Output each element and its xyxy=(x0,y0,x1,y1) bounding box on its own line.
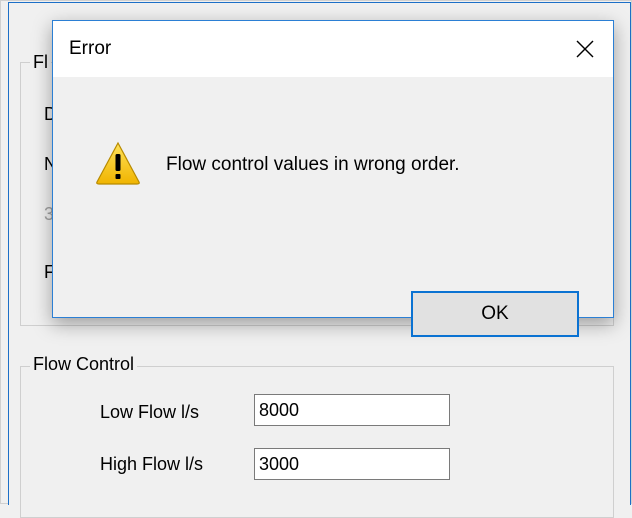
dialog-body: Flow control values in wrong order. OK xyxy=(53,77,613,337)
low-flow-label: Low Flow l/s xyxy=(100,402,200,422)
error-dialog: Error Flow control values in wrong order… xyxy=(52,20,614,337)
close-icon xyxy=(576,40,594,58)
dialog-title: Error xyxy=(69,38,112,59)
high-flow-input[interactable] xyxy=(254,448,450,480)
flow-control-title: Flow Control xyxy=(30,354,138,374)
low-flow-input[interactable] xyxy=(254,394,450,426)
high-flow-label: High Flow l/s xyxy=(100,454,204,474)
close-button[interactable] xyxy=(557,21,613,77)
flow-control-groupbox xyxy=(20,366,614,518)
dialog-titlebar: Error xyxy=(53,21,613,77)
warning-icon xyxy=(96,141,140,185)
top-groupbox-title: Fl xyxy=(30,52,51,72)
ok-button[interactable]: OK xyxy=(411,291,579,337)
error-message: Flow control values in wrong order. xyxy=(166,154,460,175)
